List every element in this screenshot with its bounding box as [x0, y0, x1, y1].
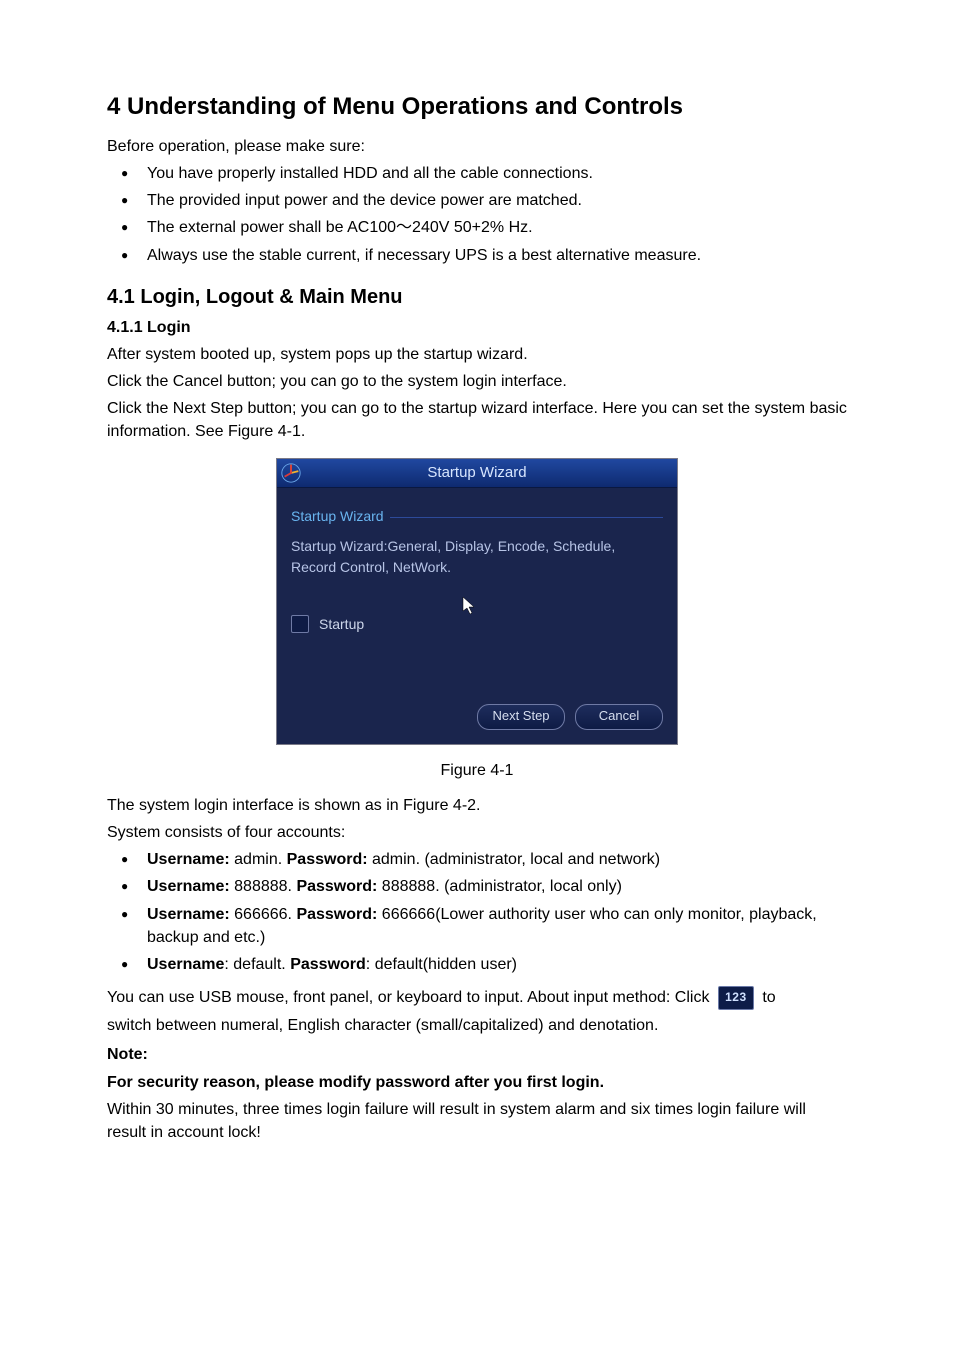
paragraph: After system booted up, system pops up t… [107, 343, 847, 366]
password-label: Password: [296, 906, 377, 923]
input-method-text-before: You can use USB mouse, front panel, or k… [107, 989, 714, 1006]
username-label: Username: [147, 851, 230, 868]
heading-3: 4.1.1 Login [107, 316, 847, 339]
username-label: Username: [147, 906, 230, 923]
password-label: Password: [287, 851, 368, 868]
list-item: Username: admin. Password: admin. (admin… [107, 848, 847, 871]
username-value: : default. [224, 956, 290, 973]
startup-wizard-dialog: Startup Wizard Startup Wizard Startup Wi… [277, 459, 677, 744]
paragraph: The system login interface is shown as i… [107, 794, 847, 817]
paragraph: System consists of four accounts: [107, 821, 847, 844]
list-item: You have properly installed HDD and all … [107, 162, 847, 185]
username-value: admin. [230, 851, 287, 868]
startup-checkbox[interactable] [291, 615, 309, 633]
input-method-text-after: to [762, 989, 775, 1006]
input-method-123-icon[interactable] [718, 986, 754, 1010]
username-value: 666666. [230, 906, 297, 923]
password-value: 888888. (administrator, local only) [377, 878, 622, 895]
list-item: The external power shall be AC100～240V 5… [107, 216, 847, 239]
next-step-button[interactable]: Next Step [477, 704, 565, 730]
list-item: Username: default. Password: default(hid… [107, 953, 847, 976]
username-label: Username [147, 956, 224, 973]
paragraph: Click the Cancel button; you can go to t… [107, 370, 847, 393]
dialog-titlebar: Startup Wizard [277, 459, 677, 488]
note-body: Within 30 minutes, three times login fai… [107, 1098, 847, 1144]
note-label: Note: [107, 1043, 847, 1066]
dialog-description: Startup Wizard:General, Display, Encode,… [291, 536, 663, 578]
password-label: Password [290, 956, 366, 973]
paragraph: Before operation, please make sure: [107, 135, 847, 158]
list-item: Always use the stable current, if necess… [107, 244, 847, 267]
figure-caption: Figure 4-1 [107, 759, 847, 782]
group-divider [390, 517, 663, 518]
dialog-button-row: Next Step Cancel [277, 704, 677, 744]
startup-checkbox-label: Startup [319, 614, 364, 634]
cursor-icon [462, 596, 478, 623]
list-item: Username: 888888. Password: 888888. (adm… [107, 875, 847, 898]
heading-1: 4 Understanding of Menu Operations and C… [107, 90, 847, 125]
dialog-title: Startup Wizard [305, 462, 649, 484]
paragraph: switch between numeral, English characte… [107, 1014, 847, 1037]
paragraph: Click the Next Step button; you can go t… [107, 397, 847, 443]
group-label: Startup Wizard [291, 506, 384, 526]
username-label: Username: [147, 878, 230, 895]
app-logo-icon [277, 459, 305, 487]
password-value: admin. (administrator, local and network… [368, 851, 661, 868]
paragraph: You can use USB mouse, front panel, or k… [107, 986, 847, 1010]
cancel-button[interactable]: Cancel [575, 704, 663, 730]
bullet-list: You have properly installed HDD and all … [107, 162, 847, 267]
heading-2: 4.1 Login, Logout & Main Menu [107, 283, 847, 312]
note-bold: For security reason, please modify passw… [107, 1071, 847, 1094]
username-value: 888888. [230, 878, 297, 895]
accounts-list: Username: admin. Password: admin. (admin… [107, 848, 847, 976]
dialog-body: Startup Wizard Startup Wizard:General, D… [277, 488, 677, 704]
document-page: 4 Understanding of Menu Operations and C… [107, 0, 847, 1208]
group-header: Startup Wizard [291, 506, 663, 526]
list-item: Username: 666666. Password: 666666(Lower… [107, 903, 847, 949]
password-value: : default(hidden user) [366, 956, 517, 973]
figure-dialog: Startup Wizard Startup Wizard Startup Wi… [276, 458, 678, 745]
password-label: Password: [296, 878, 377, 895]
list-item: The provided input power and the device … [107, 189, 847, 212]
